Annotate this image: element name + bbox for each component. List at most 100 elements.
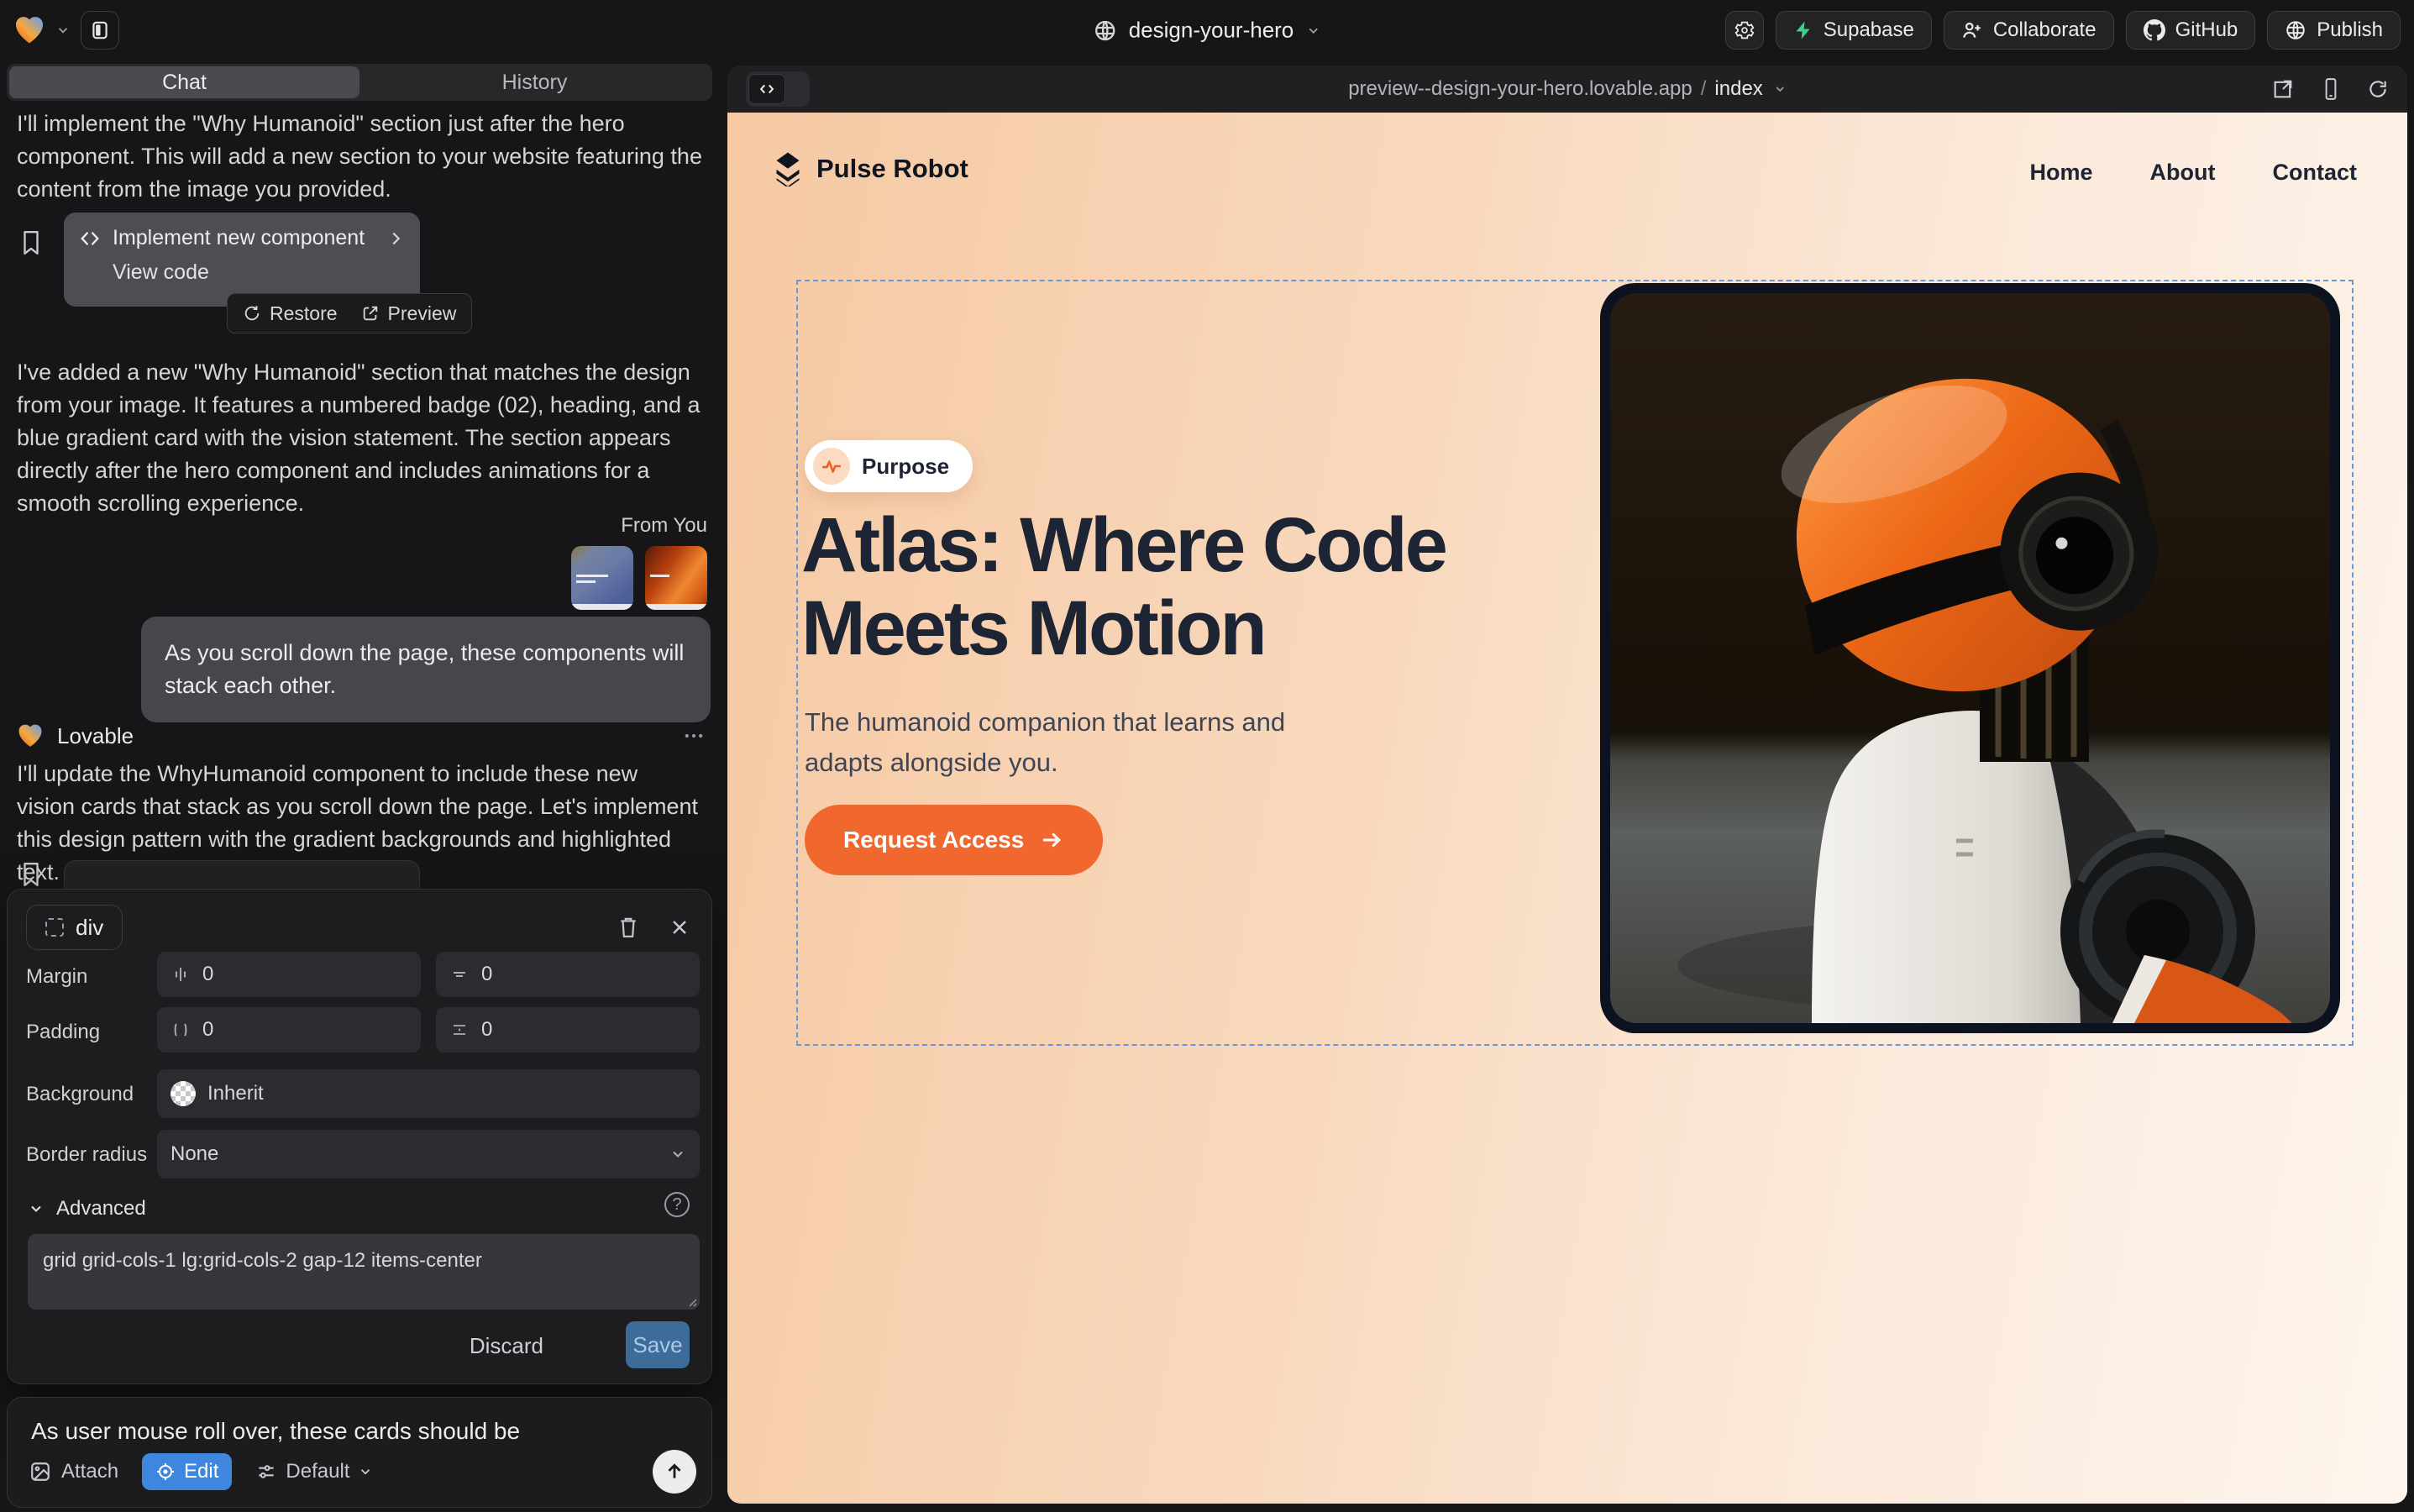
margin-y-input[interactable]: 0 (436, 952, 700, 997)
padding-y-input[interactable]: 0 (436, 1007, 700, 1053)
chevron-down-icon[interactable] (55, 23, 71, 38)
tab-history[interactable]: History (359, 66, 710, 98)
border-radius-value: None (171, 1142, 218, 1166)
margin-horizontal-icon (171, 964, 191, 984)
padding-x-input[interactable]: 0 (157, 1007, 421, 1053)
target-icon (155, 1462, 176, 1482)
margin-x-value: 0 (202, 963, 213, 986)
chat-composer[interactable]: As user mouse roll over, these cards sho… (7, 1397, 712, 1508)
discard-button[interactable]: Discard (470, 1333, 543, 1359)
chevron-down-icon (358, 1464, 373, 1479)
hero-heading: Atlas: Where Code Meets Motion (801, 504, 1446, 671)
lovable-heart-logo[interactable] (13, 14, 45, 46)
attach-button[interactable]: Attach (29, 1460, 118, 1483)
github-button[interactable]: GitHub (2126, 11, 2256, 50)
composer-input-text[interactable]: As user mouse roll over, these cards sho… (31, 1418, 520, 1445)
mode-label: Default (286, 1460, 349, 1483)
dashed-selection-icon (45, 918, 64, 937)
send-button[interactable] (653, 1450, 696, 1494)
edit-label: Edit (184, 1460, 218, 1483)
hero-subtitle: The humanoid companion that learns and a… (805, 702, 1359, 783)
restore-preview-toolbar: Restore Preview (227, 293, 472, 333)
nav-link-home[interactable]: Home (2030, 160, 2093, 186)
more-options-icon[interactable] (682, 724, 706, 748)
arrow-up-icon (664, 1461, 685, 1483)
collaborate-label: Collaborate (1993, 18, 2097, 42)
nav-link-contact[interactable]: Contact (2273, 160, 2358, 186)
delete-element-button[interactable] (617, 916, 639, 939)
nav-link-about[interactable]: About (2150, 160, 2216, 186)
site-brand-name: Pulse Robot (816, 154, 968, 184)
preview-button[interactable]: Preview (361, 302, 457, 325)
margin-x-input[interactable]: 0 (157, 952, 421, 997)
attach-label: Attach (61, 1460, 118, 1483)
component-card-title: Implement new component (113, 226, 365, 250)
advanced-section-toggle[interactable]: Advanced (28, 1197, 146, 1221)
arrow-right-icon (1039, 827, 1064, 853)
attachment-image-orange[interactable] (645, 546, 707, 610)
supabase-button[interactable]: Supabase (1776, 11, 1932, 50)
advanced-classes-textarea[interactable]: grid grid-cols-1 lg:grid-cols-2 gap-12 i… (28, 1234, 700, 1310)
hero-robot-card (1600, 283, 2340, 1033)
collaborate-button[interactable]: Collaborate (1944, 11, 2114, 50)
padding-label: Padding (26, 1021, 100, 1044)
mobile-view-button[interactable] (2320, 77, 2342, 101)
bookmark-icon[interactable] (20, 862, 42, 887)
padding-y-value: 0 (481, 1018, 492, 1042)
project-switcher[interactable]: design-your-hero (1094, 18, 1321, 44)
bookmark-icon[interactable] (20, 230, 42, 255)
view-code-link[interactable]: View code (64, 250, 420, 285)
site-logo[interactable]: Pulse Robot (773, 151, 968, 186)
save-button[interactable]: Save (626, 1321, 690, 1368)
request-access-button[interactable]: Request Access (805, 805, 1103, 875)
publish-label: Publish (2317, 18, 2383, 42)
border-radius-select[interactable]: None (157, 1130, 700, 1179)
background-input[interactable]: Inherit (157, 1069, 700, 1118)
tab-chat[interactable]: Chat (9, 66, 359, 98)
edit-mode-button[interactable]: Edit (142, 1453, 232, 1490)
attachment-thumbnails (571, 546, 707, 610)
lovable-app-window: design-your-hero Supabase Co (0, 0, 2414, 1512)
margin-vertical-icon (449, 964, 470, 984)
help-icon[interactable] (664, 1192, 690, 1217)
advanced-label: Advanced (56, 1197, 146, 1221)
restore-button[interactable]: Restore (243, 302, 338, 325)
model-mode-select[interactable]: Default (255, 1460, 373, 1483)
preview-label: Preview (388, 302, 457, 325)
github-icon (2144, 19, 2165, 41)
project-name: design-your-hero (1129, 18, 1294, 44)
code-preview-toggle[interactable] (746, 71, 810, 107)
border-radius-label: Border radius (26, 1143, 147, 1167)
toggle-sidebar-button[interactable] (81, 11, 119, 50)
chevron-right-icon[interactable] (386, 229, 405, 248)
refresh-button[interactable] (2367, 78, 2389, 100)
chat-panel: Chat History I'll implement the "Why Hum… (0, 60, 721, 1512)
preview-url-breadcrumb[interactable]: preview--design-your-hero.lovable.app / … (1348, 77, 1787, 101)
padding-x-value: 0 (202, 1018, 213, 1042)
padding-horizontal-icon (171, 1020, 191, 1040)
open-in-new-tab-button[interactable] (2271, 77, 2295, 101)
selected-element-tag: div (76, 915, 103, 941)
pulse-icon (813, 448, 850, 485)
topbar: design-your-hero Supabase Co (0, 0, 2414, 60)
selected-element-chip[interactable]: div (26, 905, 123, 950)
assistant-message: I've added a new "Why Humanoid" section … (17, 356, 709, 519)
settings-button[interactable] (1725, 11, 1764, 50)
padding-vertical-icon (449, 1020, 470, 1040)
breadcrumb-separator: / (1701, 77, 1707, 101)
close-inspector-button[interactable] (669, 917, 690, 937)
site-canvas: Pulse Robot Home About Contact Purpose A… (727, 113, 2407, 1504)
lovable-heart-icon (17, 722, 44, 749)
chevron-down-icon (1305, 23, 1320, 38)
github-label: GitHub (2175, 18, 2238, 42)
chat-history-tabs: Chat History (7, 64, 712, 101)
assistant-message: I'll implement the "Why Humanoid" sectio… (17, 108, 709, 206)
restore-icon (243, 304, 261, 323)
publish-button[interactable]: Publish (2267, 11, 2401, 50)
preview-url: preview--design-your-hero.lovable.app (1348, 77, 1692, 101)
background-label: Background (26, 1083, 134, 1106)
code-icon (758, 80, 776, 98)
purpose-badge: Purpose (805, 440, 973, 492)
external-link-icon (361, 304, 380, 323)
attachment-image-blue[interactable] (571, 546, 633, 610)
